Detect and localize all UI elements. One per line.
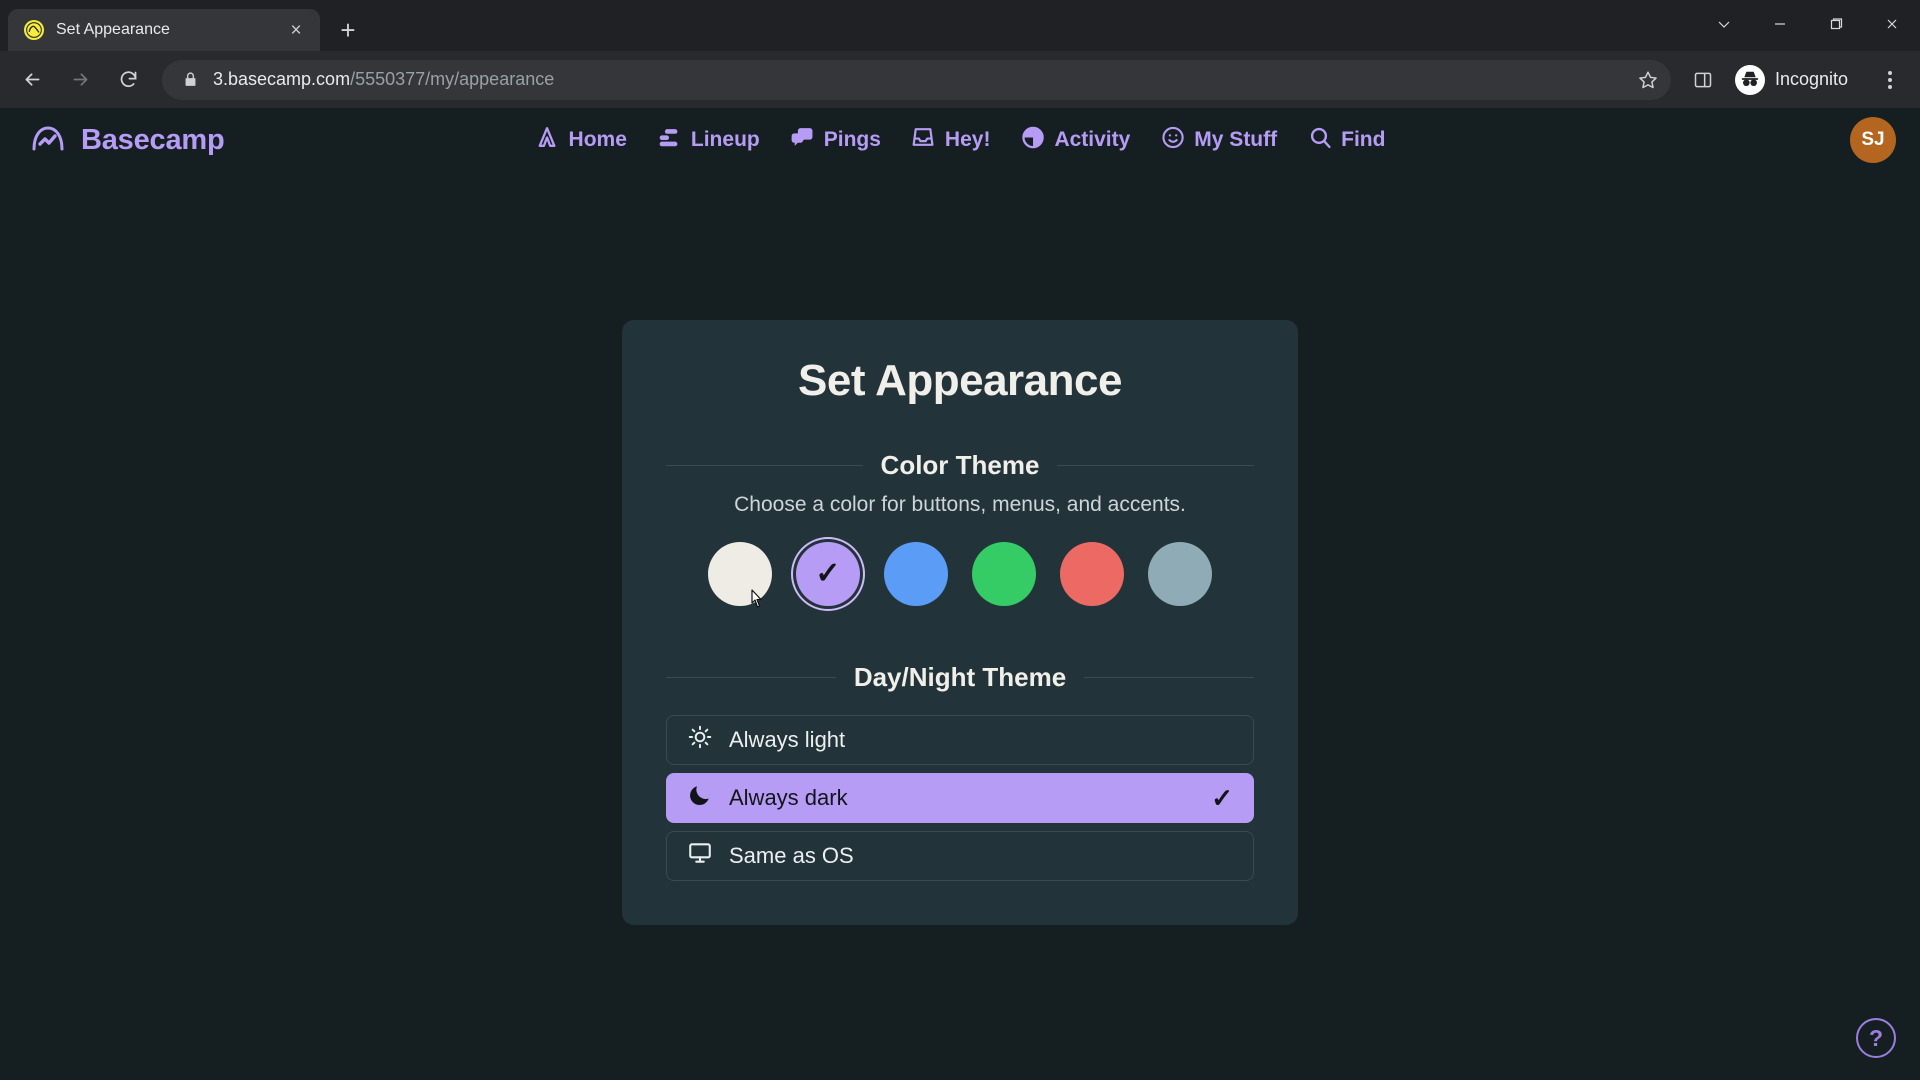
window-controls [1696, 0, 1920, 48]
reload-icon[interactable] [106, 58, 150, 102]
color-theme-description: Choose a color for buttons, menus, and a… [734, 493, 1186, 516]
activity-pie-icon [1020, 125, 1045, 156]
search-icon [1307, 125, 1332, 156]
nav-label: Pings [823, 128, 881, 151]
nav-item-activity[interactable]: Activity [1020, 125, 1130, 156]
star-icon[interactable] [1637, 69, 1659, 91]
mouse-cursor-icon [751, 589, 762, 608]
browser-toolbar: 3.basecamp.com/5550377/my/appearance Inc… [0, 51, 1920, 108]
maximize-icon[interactable] [1808, 0, 1864, 48]
primary-nav: Home Lineup Pings Hey! Activity My Stuff… [535, 125, 1385, 156]
three-dot-menu-icon[interactable] [1870, 58, 1910, 102]
minimize-icon[interactable] [1752, 0, 1808, 48]
option-always-light[interactable]: Always light [666, 715, 1254, 765]
monitor-icon [687, 840, 713, 872]
url-host: 3.basecamp.com [213, 69, 351, 89]
day-night-heading: Day/Night Theme [853, 662, 1067, 692]
option-always-dark[interactable]: Always dark ✓ [666, 773, 1254, 823]
basecamp-navbar: Basecamp Home Lineup Pings Hey! Activity… [0, 108, 1920, 172]
new-tab-button[interactable]: + [330, 12, 366, 48]
basecamp-logo-icon [28, 120, 68, 160]
incognito-icon [1734, 64, 1765, 95]
close-icon[interactable]: × [284, 18, 308, 42]
option-label: Same as OS [729, 843, 854, 868]
appearance-card: Set Appearance Color Theme Choose a colo… [622, 320, 1298, 925]
option-same-as-os[interactable]: Same as OS [666, 831, 1254, 881]
lineup-icon [657, 125, 682, 156]
close-window-icon[interactable] [1864, 0, 1920, 48]
page-content: Basecamp Home Lineup Pings Hey! Activity… [0, 108, 1920, 1080]
chevron-down-icon[interactable] [1696, 0, 1752, 48]
pings-icon [790, 125, 815, 156]
color-swatch-red[interactable] [1060, 542, 1124, 606]
hey-inbox-icon [911, 125, 936, 156]
forward-arrow-icon[interactable] [58, 58, 102, 102]
color-swatch-green[interactable] [972, 542, 1036, 606]
page-title: Set Appearance [798, 356, 1122, 405]
color-swatch-list: ✓ [666, 542, 1254, 608]
moon-icon [687, 782, 713, 814]
tab-strip: Set Appearance × + [0, 0, 1920, 51]
check-icon: ✓ [1211, 782, 1233, 813]
avatar[interactable]: SJ [1850, 117, 1896, 163]
url-path: /5550377/my/appearance [350, 69, 555, 89]
divider-left [666, 465, 863, 466]
color-swatch-blue[interactable] [884, 542, 948, 606]
nav-label: Lineup [690, 128, 760, 151]
nav-label: Home [568, 128, 627, 151]
address-bar[interactable]: 3.basecamp.com/5550377/my/appearance [162, 59, 1671, 100]
profile-incognito-button[interactable]: Incognito [1727, 60, 1866, 100]
divider-right [1057, 465, 1255, 466]
tab-title: Set Appearance [56, 21, 170, 38]
browser-window: Set Appearance × + 3.basecamp.com/555037… [0, 0, 1920, 1080]
divider-left [666, 677, 836, 678]
sun-icon [687, 724, 713, 756]
color-swatch-slate[interactable] [1148, 542, 1212, 606]
color-theme-heading: Color Theme [880, 450, 1040, 480]
divider-right [1084, 677, 1254, 678]
nav-item-pings[interactable]: Pings [790, 125, 881, 156]
check-icon: ✓ [815, 557, 841, 590]
smiley-icon [1160, 125, 1185, 156]
home-icon [535, 125, 560, 156]
back-arrow-icon[interactable] [10, 58, 54, 102]
url-text: 3.basecamp.com/5550377/my/appearance [213, 69, 554, 90]
profile-label: Incognito [1774, 69, 1848, 89]
nav-label: Find [1341, 128, 1386, 151]
brand-name: Basecamp [81, 123, 225, 156]
option-label: Always light [729, 727, 846, 752]
nav-item-hey[interactable]: Hey! [911, 125, 991, 156]
color-swatch-purple[interactable]: ✓ [796, 542, 860, 606]
nav-item-lineup[interactable]: Lineup [657, 125, 760, 156]
color-theme-legend: Color Theme [666, 450, 1255, 481]
nav-item-find[interactable]: Find [1307, 125, 1385, 156]
nav-item-home[interactable]: Home [535, 125, 627, 156]
color-swatch-white[interactable] [708, 542, 772, 608]
nav-item-my-stuff[interactable]: My Stuff [1160, 125, 1277, 156]
basecamp-favicon-icon [24, 20, 44, 40]
day-night-legend: Day/Night Theme [666, 662, 1254, 693]
lock-icon [182, 71, 199, 88]
basecamp-logo[interactable]: Basecamp [28, 120, 225, 160]
side-panel-icon[interactable] [1683, 60, 1723, 100]
day-night-option-list: Always light Always dark ✓ Same as OS [666, 715, 1254, 881]
option-label: Always dark [729, 785, 848, 810]
help-button[interactable]: ? [1856, 1018, 1896, 1058]
nav-label: Activity [1054, 128, 1131, 151]
nav-label: Hey! [944, 128, 991, 151]
nav-label: My Stuff [1194, 128, 1278, 151]
browser-tab[interactable]: Set Appearance × [8, 9, 320, 51]
